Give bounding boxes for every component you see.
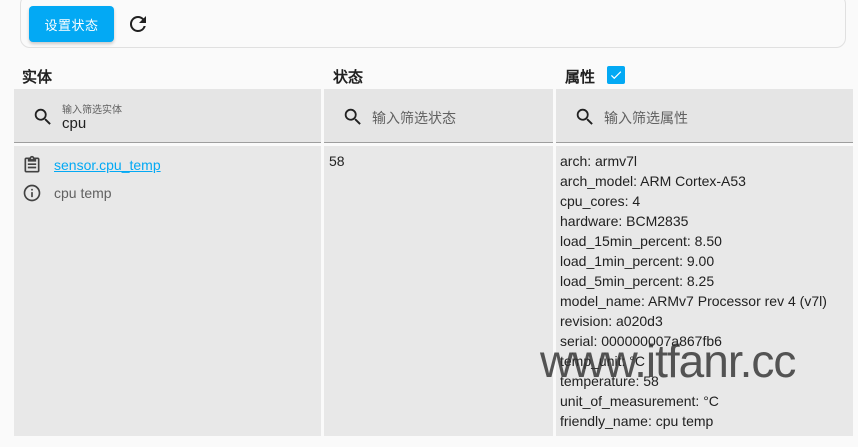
attribute-list: arch: armv7l arch_model: ARM Cortex-A53 … (560, 151, 827, 431)
attribute-item: model_name: ARMv7 Processor rev 4 (v7l) (560, 293, 827, 309)
attribute-item: cpu_cores: 4 (560, 193, 641, 209)
entity-cell: sensor.cpu_temp cpu temp (14, 146, 321, 436)
entity-filter[interactable]: 输入筛选实体 cpu (14, 89, 321, 143)
check-icon (610, 71, 622, 80)
refresh-icon[interactable] (126, 12, 150, 36)
friendly-name-row: cpu temp (22, 182, 112, 204)
attributes-filter-input[interactable]: 输入筛选属性 (604, 108, 688, 128)
attribute-item: load_5min_percent: 8.25 (560, 273, 715, 289)
attribute-item: load_1min_percent: 9.00 (560, 253, 715, 269)
entity-friendly-name: cpu temp (54, 185, 112, 201)
state-cell: 58 (324, 146, 553, 436)
state-filter-input[interactable]: 输入筛选状态 (372, 108, 456, 128)
attribute-item: unit_of_measurement: °C (560, 393, 719, 409)
attribute-item: arch_model: ARM Cortex-A53 (560, 173, 746, 189)
attribute-item: arch: armv7l (560, 153, 638, 169)
attribute-item: revision: a020d3 (560, 313, 663, 329)
entity-filter-label: 输入筛选实体 (62, 105, 122, 116)
info-icon[interactable] (22, 183, 42, 203)
state-filter[interactable]: 输入筛选状态 (324, 89, 553, 143)
search-icon (344, 108, 361, 125)
attribute-item: hardware: BCM2835 (560, 213, 689, 229)
watermark: www.itfanr.cc (540, 335, 796, 387)
entity-id-row: sensor.cpu_temp (22, 154, 161, 176)
entity-filter-input[interactable]: cpu (62, 115, 86, 132)
attribute-item: friendly_name: cpu temp (560, 413, 714, 429)
state-value: 58 (329, 153, 345, 169)
entity-id-link[interactable]: sensor.cpu_temp (54, 157, 161, 173)
search-icon (34, 108, 51, 125)
attribute-item: load_15min_percent: 8.50 (560, 233, 722, 249)
clipboard-icon[interactable] (22, 155, 42, 175)
attributes-cell: arch: armv7l arch_model: ARM Cortex-A53 … (556, 146, 853, 436)
entity-column-title: 实体 (22, 68, 53, 86)
state-column-title: 状态 (333, 68, 364, 86)
set-state-button[interactable]: 设置状态 (29, 6, 114, 42)
attributes-filter[interactable]: 输入筛选属性 (556, 89, 853, 143)
attributes-checkbox[interactable] (607, 66, 625, 84)
search-icon (576, 108, 593, 125)
attributes-column-title: 属性 (565, 68, 596, 86)
